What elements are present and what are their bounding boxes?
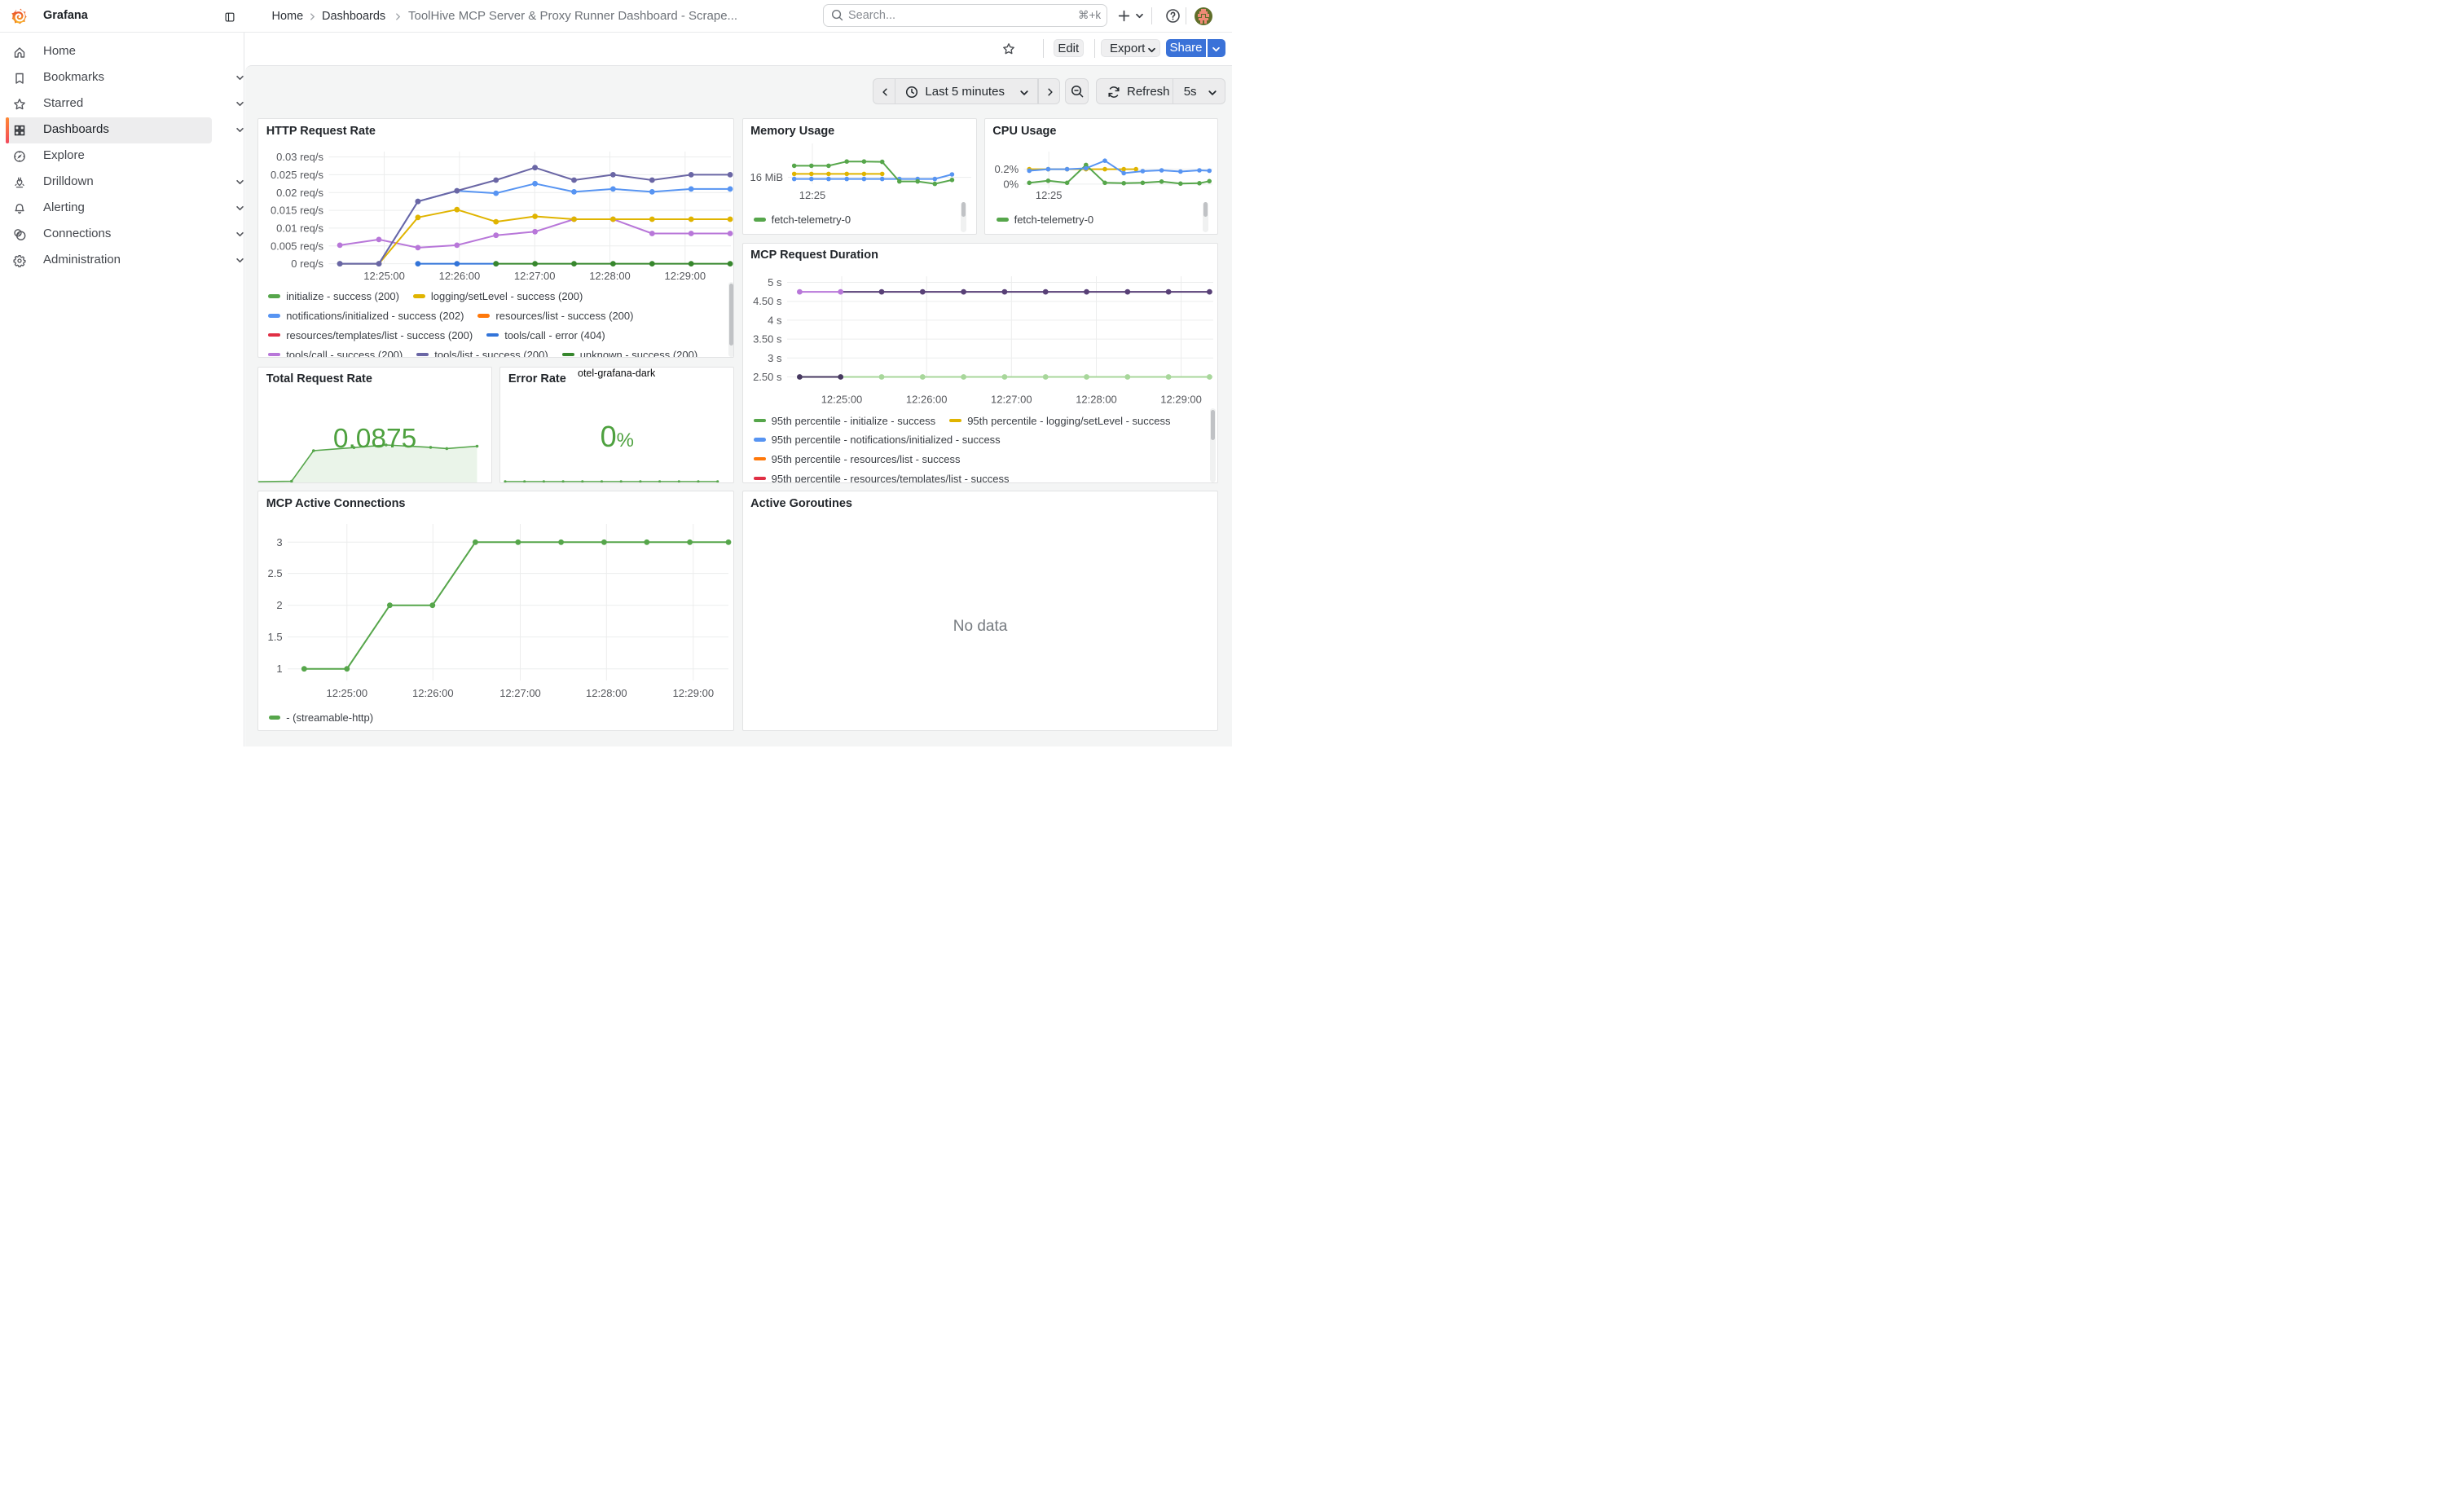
svg-text:2.5: 2.5 [268, 567, 283, 579]
svg-text:12:27:00: 12:27:00 [514, 270, 556, 282]
svg-text:1: 1 [277, 663, 283, 675]
svg-text:12:26:00: 12:26:00 [439, 270, 481, 282]
svg-text:12:28:00: 12:28:00 [586, 687, 627, 699]
svg-text:4.50 s: 4.50 s [753, 295, 782, 307]
svg-text:12:26:00: 12:26:00 [412, 687, 454, 699]
svg-text:12:25:00: 12:25:00 [363, 270, 405, 282]
svg-text:16 MiB: 16 MiB [750, 171, 782, 183]
svg-text:5 s: 5 s [768, 276, 782, 288]
svg-text:12:29:00: 12:29:00 [665, 270, 706, 282]
svg-text:12:27:00: 12:27:00 [499, 687, 541, 699]
svg-text:0%: 0% [1003, 178, 1019, 191]
svg-text:12:25:00: 12:25:00 [327, 687, 368, 699]
svg-text:12:28:00: 12:28:00 [1076, 393, 1117, 405]
svg-text:3.50 s: 3.50 s [753, 333, 782, 345]
svg-text:12:29:00: 12:29:00 [673, 687, 715, 699]
svg-text:0.025 req/s: 0.025 req/s [271, 169, 324, 181]
svg-text:2: 2 [277, 599, 283, 611]
svg-text:0.2%: 0.2% [994, 163, 1019, 175]
svg-text:0.005 req/s: 0.005 req/s [271, 240, 324, 253]
svg-text:4 s: 4 s [768, 314, 782, 326]
svg-text:0.01 req/s: 0.01 req/s [276, 222, 323, 235]
svg-text:12:29:00: 12:29:00 [1160, 393, 1202, 405]
svg-text:12:25:00: 12:25:00 [821, 393, 862, 405]
svg-text:12:26:00: 12:26:00 [905, 393, 947, 405]
svg-text:0 req/s: 0 req/s [291, 258, 323, 270]
svg-text:0.03 req/s: 0.03 req/s [276, 151, 323, 163]
svg-text:12:25: 12:25 [1036, 189, 1063, 201]
svg-text:2.50 s: 2.50 s [753, 371, 782, 383]
svg-text:0.015 req/s: 0.015 req/s [271, 205, 324, 217]
svg-text:1.5: 1.5 [268, 631, 283, 643]
svg-text:12:28:00: 12:28:00 [589, 270, 631, 282]
svg-text:0.02 req/s: 0.02 req/s [276, 187, 323, 199]
svg-text:12:27:00: 12:27:00 [991, 393, 1032, 405]
svg-text:3 s: 3 s [768, 351, 782, 363]
svg-text:12:25: 12:25 [799, 189, 825, 201]
svg-text:3: 3 [277, 536, 283, 548]
